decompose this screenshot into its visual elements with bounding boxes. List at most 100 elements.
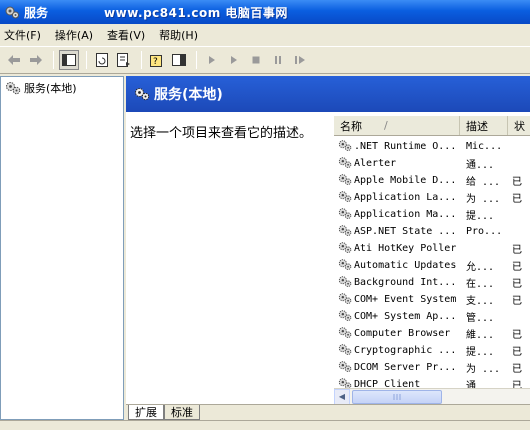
properties-icon (172, 54, 186, 66)
list-header: 名称 / 描述 状 (334, 116, 530, 136)
service-description: 在... (466, 279, 495, 290)
service-name: Automatic Updates (354, 260, 457, 271)
service-name-cell: DCOM Server Pr... (334, 360, 460, 376)
table-row[interactable]: Automatic Updates 允... 已 (334, 257, 530, 274)
service-status: 已 (512, 262, 522, 273)
table-row[interactable]: COM+ System Ap... 管... (334, 308, 530, 325)
back-button[interactable] (4, 50, 24, 70)
service-status: 已 (512, 296, 522, 307)
service-status: 已 (512, 330, 522, 341)
title-bar[interactable]: 服务 www.pc841.com 电脑百事网 (0, 0, 530, 24)
table-row[interactable]: Background Int... 在... 已 (334, 274, 530, 291)
back-arrow-icon (8, 55, 20, 65)
service-name-cell: Application Ma... (334, 207, 460, 223)
scrollbar-thumb[interactable] (352, 389, 442, 404)
stop-service-button[interactable] (246, 50, 266, 70)
service-gear-icon (338, 326, 352, 342)
restart-icon (295, 56, 305, 64)
menu-file[interactable]: 文件(F) (4, 27, 41, 43)
service-description: 允... (466, 262, 495, 273)
export-list-button[interactable] (114, 50, 134, 70)
service-name: Computer Browser (354, 328, 451, 339)
pause-icon (275, 56, 281, 64)
services-gear-icon (6, 82, 21, 95)
service-description: Mic... (466, 141, 503, 152)
table-row[interactable]: Application La... 为 ... 已 (334, 189, 530, 206)
description-prompt: 选择一个项目来查看它的描述。 (130, 126, 313, 141)
service-status: 已 (512, 245, 522, 256)
play-icon (231, 56, 237, 64)
properties-button[interactable] (169, 50, 189, 70)
service-gear-icon (338, 156, 352, 172)
forward-button[interactable] (26, 50, 46, 70)
tab-standard[interactable]: 标准 (164, 405, 200, 420)
table-row[interactable]: Alerter 通... (334, 155, 530, 172)
panel-header: 服务(本地) (126, 76, 530, 112)
column-header-status[interactable]: 状 (508, 116, 530, 135)
services-gear-icon (135, 88, 150, 101)
service-name: Application La... (354, 192, 457, 203)
sort-indicator-icon: / (384, 119, 388, 132)
service-gear-icon (338, 360, 352, 376)
grip-icon (393, 393, 401, 400)
view-tabs: 扩展 标准 (126, 404, 530, 420)
service-description: 管... (466, 313, 495, 324)
toolbar: ? (0, 46, 530, 74)
pause-service-button[interactable] (268, 50, 288, 70)
menu-help[interactable]: 帮助(H) (159, 27, 198, 43)
table-row[interactable]: COM+ Event System 支... 已 (334, 291, 530, 308)
service-description: 提... (466, 211, 495, 222)
start-service-button[interactable] (202, 50, 222, 70)
toolbar-separator (53, 51, 54, 69)
service-description: 維... (466, 330, 495, 341)
service-description: 支... (466, 296, 495, 307)
service-description: 提... (466, 347, 495, 358)
service-gear-icon (338, 309, 352, 325)
service-status: 已 (512, 364, 522, 375)
resume-service-button[interactable] (224, 50, 244, 70)
service-name-cell: .NET Runtime O... (334, 139, 460, 155)
service-name-cell: Computer Browser (334, 326, 460, 342)
service-name-cell: Application La... (334, 190, 460, 206)
service-gear-icon (338, 139, 352, 155)
service-description: 为 ... (466, 364, 501, 375)
svg-text:?: ? (153, 57, 158, 67)
service-name: Background Int... (354, 277, 457, 288)
table-row[interactable]: Cryptographic ... 提... 已 (334, 342, 530, 359)
restart-service-button[interactable] (290, 50, 310, 70)
table-row[interactable]: Computer Browser 維... 已 (334, 325, 530, 342)
service-name-cell: Alerter (334, 156, 460, 172)
menu-view[interactable]: 查看(V) (107, 27, 145, 43)
service-name: Ati HotKey Poller (354, 243, 457, 254)
service-name-cell: Cryptographic ... (334, 343, 460, 359)
service-gear-icon (338, 190, 352, 206)
service-name-cell: COM+ System Ap... (334, 309, 460, 325)
details-pane: 服务(本地) 选择一个项目来查看它的描述。 名称 / 描述 状 .NET Runt… (126, 76, 530, 405)
service-name: ASP.NET State ... (354, 226, 457, 237)
table-row[interactable]: Apple Mobile D... 给 ... 已 (334, 172, 530, 189)
service-name: Apple Mobile D... (354, 175, 457, 186)
tree-item-services-local[interactable]: 服务(本地) (1, 77, 123, 96)
table-row[interactable]: DCOM Server Pr... 为 ... 已 (334, 359, 530, 376)
show-hide-tree-button[interactable] (59, 50, 79, 70)
horizontal-scrollbar[interactable]: ◀ (334, 388, 530, 405)
service-gear-icon (338, 292, 352, 308)
table-row[interactable]: Application Ma... 提... (334, 206, 530, 223)
help-icon: ? (150, 55, 162, 67)
column-header-description[interactable]: 描述 (460, 116, 508, 135)
scroll-left-button[interactable]: ◀ (334, 388, 350, 405)
tab-extended[interactable]: 扩展 (128, 405, 164, 420)
table-row[interactable]: ASP.NET State ... Pro... (334, 223, 530, 240)
menu-bar: 文件(F) 操作(A) 查看(V) 帮助(H) (0, 24, 530, 46)
menu-action[interactable]: 操作(A) (55, 27, 93, 43)
play-icon (209, 56, 215, 64)
column-header-name[interactable]: 名称 / (334, 116, 460, 135)
services-list[interactable]: 名称 / 描述 状 .NET Runtime O... Mic... Alerter 通… (334, 116, 530, 405)
service-name: .NET Runtime O... (354, 141, 457, 152)
panel-header-title: 服务(本地) (154, 87, 223, 103)
table-row[interactable]: Ati HotKey Poller 已 (334, 240, 530, 257)
table-row[interactable]: .NET Runtime O... Mic... (334, 138, 530, 155)
service-gear-icon (338, 207, 352, 223)
help-button[interactable]: ? (147, 50, 167, 70)
refresh-button[interactable] (92, 50, 112, 70)
